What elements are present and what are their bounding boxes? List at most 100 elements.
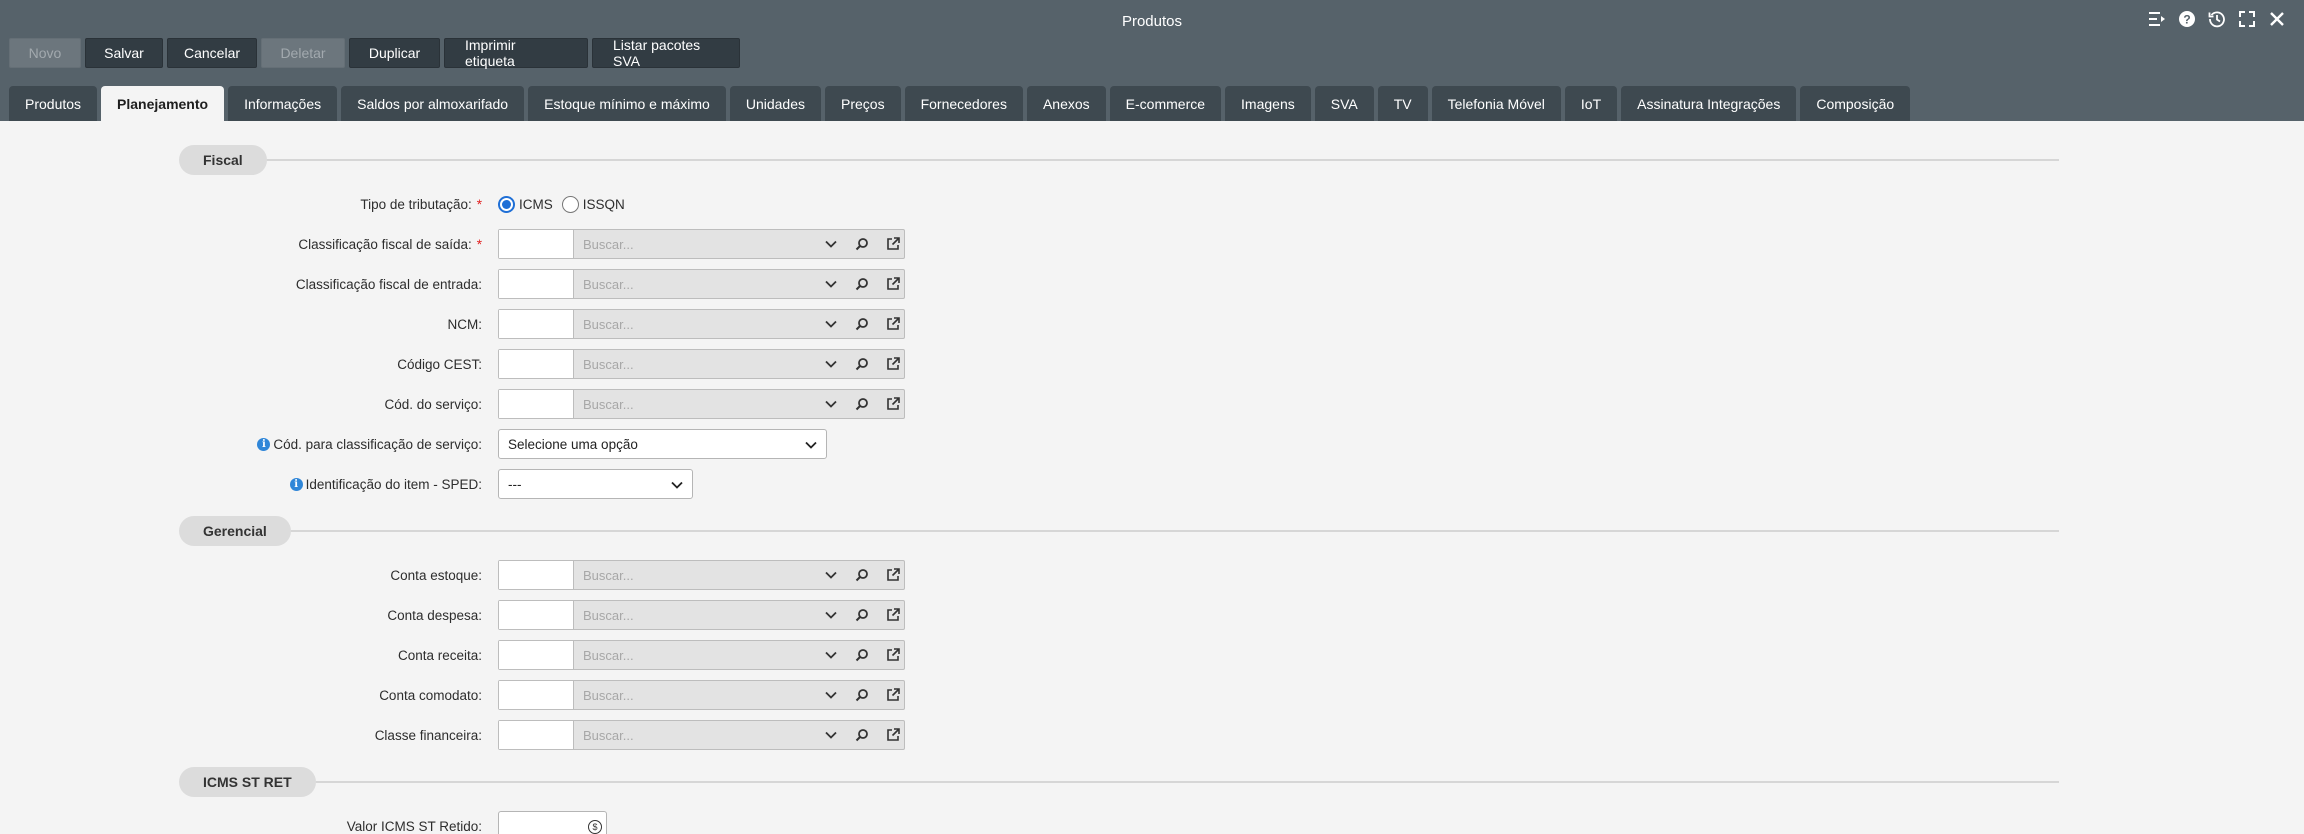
tab-telefonia-movel[interactable]: Telefonia Móvel	[1431, 86, 1561, 121]
tab-fornecedores[interactable]: Fornecedores	[904, 86, 1023, 121]
tab-imagens[interactable]: Imagens	[1225, 86, 1311, 121]
search-input[interactable]: Buscar...	[583, 390, 634, 418]
code-input[interactable]	[499, 601, 574, 629]
tab-informacoes[interactable]: Informações	[228, 86, 338, 121]
identificacao-item-sped-select[interactable]: ---	[498, 469, 693, 499]
section-fiscal: Fiscal	[179, 145, 2059, 175]
chevron-down-icon[interactable]	[821, 641, 841, 669]
history-icon[interactable]	[2204, 8, 2230, 30]
tab-iot[interactable]: IoT	[1564, 86, 1618, 121]
help-icon[interactable]: ?	[2174, 8, 2200, 30]
code-input[interactable]	[499, 390, 574, 418]
open-external-icon[interactable]	[883, 310, 903, 338]
tab-unidades[interactable]: Unidades	[729, 86, 821, 121]
tab-assinatura-integracoes[interactable]: Assinatura Integrações	[1621, 86, 1797, 121]
code-input[interactable]	[499, 270, 574, 298]
salvar-button[interactable]: Salvar	[85, 38, 163, 68]
open-external-icon[interactable]	[883, 721, 903, 749]
search-icon[interactable]	[852, 721, 872, 749]
close-icon[interactable]	[2264, 8, 2290, 30]
chevron-down-icon[interactable]	[821, 561, 841, 589]
code-input[interactable]	[499, 561, 574, 589]
search-icon[interactable]	[852, 310, 872, 338]
tab-anexos[interactable]: Anexos	[1026, 86, 1106, 121]
code-input[interactable]	[499, 681, 574, 709]
tab-bar: Produtos Planejamento Informações Saldos po…	[9, 86, 1911, 121]
search-icon[interactable]	[852, 641, 872, 669]
open-external-icon[interactable]	[883, 270, 903, 298]
issqn-radio[interactable]	[561, 195, 579, 213]
search-icon[interactable]	[852, 390, 872, 418]
search-icon[interactable]	[852, 230, 872, 258]
search-input[interactable]: Buscar...	[583, 641, 634, 669]
ncm-row: NCM: Buscar...	[0, 309, 2304, 339]
valor-icms-st-retido-input[interactable]: $	[498, 811, 607, 834]
open-external-icon[interactable]	[883, 390, 903, 418]
chevron-down-icon[interactable]	[821, 310, 841, 338]
icms-radio[interactable]	[498, 195, 515, 213]
open-external-icon[interactable]	[883, 681, 903, 709]
chevron-down-icon[interactable]	[821, 270, 841, 298]
search-input[interactable]: Buscar...	[583, 601, 634, 629]
section-divider	[239, 530, 2059, 532]
code-input[interactable]	[499, 721, 574, 749]
novo-button[interactable]: Novo	[9, 38, 81, 68]
tab-sva[interactable]: SVA	[1314, 86, 1374, 121]
open-external-icon[interactable]	[883, 350, 903, 378]
maximize-icon[interactable]	[2234, 8, 2260, 30]
open-external-icon[interactable]	[883, 601, 903, 629]
tab-tv[interactable]: TV	[1377, 86, 1428, 121]
code-input[interactable]	[499, 641, 574, 669]
code-input[interactable]	[499, 350, 574, 378]
imprimir-etiqueta-button[interactable]: Imprimir etiqueta	[444, 37, 588, 69]
search-icon[interactable]	[852, 601, 872, 629]
info-icon[interactable]: i	[257, 437, 271, 451]
search-input[interactable]: Buscar...	[583, 310, 634, 338]
open-external-icon[interactable]	[883, 230, 903, 258]
search-input[interactable]: Buscar...	[583, 350, 634, 378]
search-input[interactable]: Buscar...	[583, 721, 634, 749]
search-icon[interactable]	[852, 681, 872, 709]
tab-saldos-por-almoxarifado[interactable]: Saldos por almoxarifado	[341, 86, 525, 121]
search-input[interactable]: Buscar...	[583, 681, 634, 709]
open-external-icon[interactable]	[883, 641, 903, 669]
conta-despesa-row: Conta despesa: Buscar...	[0, 600, 2304, 630]
duplicar-button[interactable]: Duplicar	[349, 38, 440, 68]
conta-estoque-lookup: Buscar...	[498, 560, 905, 590]
cod-classificacao-servico-row: i Cód. para classificação de serviço: Sel…	[0, 429, 2304, 459]
icms-radio-label[interactable]: ICMS	[519, 197, 553, 212]
tab-estoque-minimo-e-maximo[interactable]: Estoque mínimo e máximo	[528, 86, 726, 121]
chevron-down-icon[interactable]	[821, 721, 841, 749]
search-input[interactable]: Buscar...	[583, 270, 634, 298]
cancelar-button[interactable]: Cancelar	[167, 38, 257, 68]
conta-comodato-lookup: Buscar...	[498, 680, 905, 710]
deletar-button[interactable]: Deletar	[261, 38, 345, 68]
search-input[interactable]: Buscar...	[583, 230, 634, 258]
code-input[interactable]	[499, 310, 574, 338]
form-content: Fiscal Tipo de tributação: * ICMS ISSQN C…	[0, 121, 2304, 834]
chevron-down-icon[interactable]	[821, 601, 841, 629]
conta-despesa-label: Conta despesa:	[387, 607, 482, 623]
chevron-down-icon[interactable]	[821, 390, 841, 418]
listar-pacotes-sva-button[interactable]: Listar pacotes SVA	[592, 37, 740, 69]
search-icon[interactable]	[852, 350, 872, 378]
open-external-icon[interactable]	[883, 561, 903, 589]
chevron-down-icon[interactable]	[821, 350, 841, 378]
conta-estoque-label: Conta estoque:	[390, 567, 482, 583]
cod-classificacao-servico-select[interactable]: Selecione uma opção	[498, 429, 827, 459]
ncm-label: NCM:	[447, 316, 483, 332]
search-input[interactable]: Buscar...	[583, 561, 634, 589]
search-icon[interactable]	[852, 561, 872, 589]
info-icon[interactable]: i	[289, 477, 303, 491]
chevron-down-icon[interactable]	[821, 681, 841, 709]
tab-composicao[interactable]: Composição	[1800, 86, 1911, 121]
tab-planejamento[interactable]: Planejamento	[101, 86, 225, 121]
tab-produtos[interactable]: Produtos	[9, 86, 98, 121]
code-input[interactable]	[499, 230, 574, 258]
collapse-menu-icon[interactable]	[2144, 8, 2170, 30]
issqn-radio-label[interactable]: ISSQN	[583, 197, 625, 212]
chevron-down-icon[interactable]	[821, 230, 841, 258]
search-icon[interactable]	[852, 270, 872, 298]
tab-e-commerce[interactable]: E-commerce	[1109, 86, 1222, 121]
tab-precos[interactable]: Preços	[825, 86, 901, 121]
